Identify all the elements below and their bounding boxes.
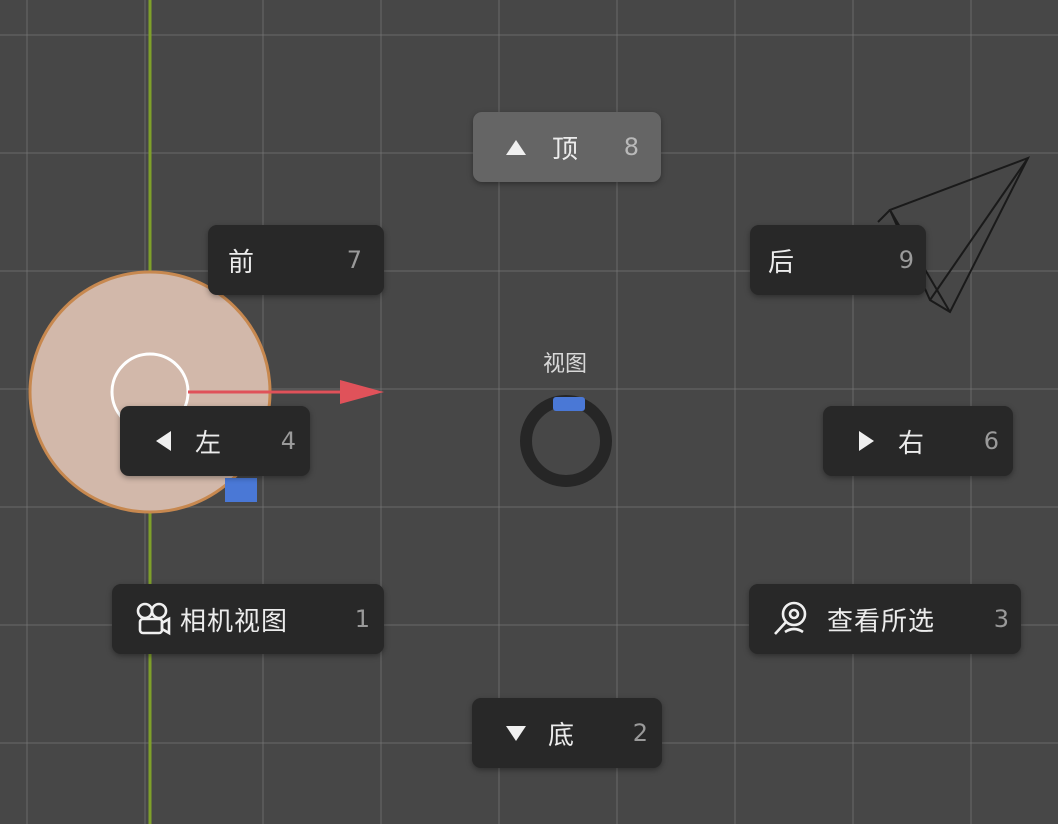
camera-icon	[132, 599, 172, 639]
view-right-label: 右	[898, 428, 926, 459]
pie-direction-indicator	[553, 397, 585, 411]
view-right-hotkey: 6	[983, 427, 999, 455]
view-bottom-hotkey: 2	[632, 719, 648, 747]
pie-center-ring	[520, 395, 612, 487]
view-back-hotkey: 9	[898, 246, 914, 274]
zoom-selected-icon	[771, 599, 811, 639]
view-top-label: 顶	[552, 134, 580, 165]
view-top-button[interactable]: 顶 8	[473, 112, 661, 182]
gizmo-handle-blue[interactable]	[225, 478, 257, 502]
arrow-down-icon	[506, 725, 526, 741]
view-selected-label: 查看所选	[827, 606, 936, 637]
x-axis-arrowhead[interactable]	[340, 380, 384, 404]
view-front-button[interactable]: 前 7	[208, 225, 384, 295]
view-selected-button[interactable]: 查看所选 3	[749, 584, 1021, 654]
arrow-right-icon	[859, 431, 874, 451]
arrow-up-icon	[506, 139, 526, 155]
view-camera-label: 相机视图	[180, 606, 289, 637]
view-left-label: 左	[195, 428, 223, 459]
view-right-button[interactable]: 右 6	[823, 406, 1013, 476]
view-front-hotkey: 7	[346, 246, 362, 274]
view-bottom-label: 底	[548, 720, 576, 751]
arrow-left-icon	[156, 431, 171, 451]
view-left-button[interactable]: 左 4	[120, 406, 310, 476]
view-selected-hotkey: 3	[993, 605, 1009, 633]
view-bottom-button[interactable]: 底 2	[472, 698, 662, 768]
view-camera-hotkey: 1	[354, 605, 370, 633]
view-back-button[interactable]: 后 9	[750, 225, 926, 295]
view-front-label: 前	[228, 247, 256, 278]
view-top-hotkey: 8	[623, 133, 639, 161]
view-left-hotkey: 4	[280, 427, 296, 455]
pie-menu-title: 视图	[542, 352, 587, 377]
viewport-3d[interactable]: 视图 顶 8 前 7 后 9 左 4 右 6 相机视图 1 查看所选 3 底 2	[0, 0, 1058, 824]
view-back-label: 后	[768, 247, 796, 278]
view-camera-button[interactable]: 相机视图 1	[112, 584, 384, 654]
